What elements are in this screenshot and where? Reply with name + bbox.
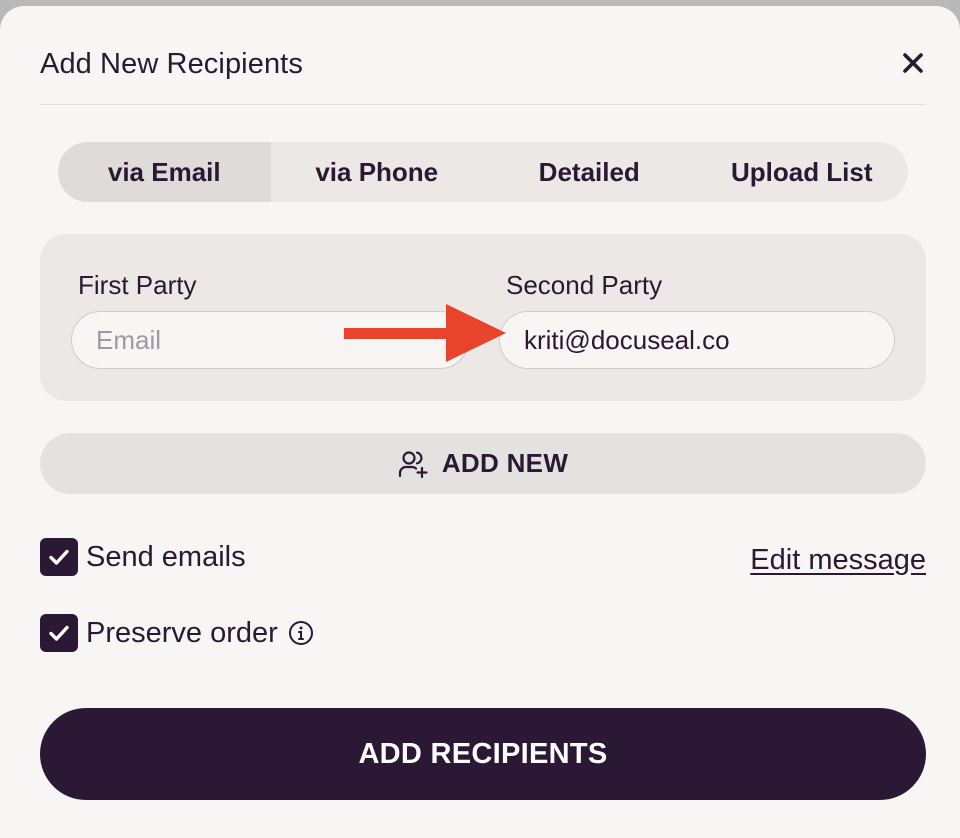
annotation-arrow-icon	[344, 304, 506, 362]
checkmark-icon	[49, 625, 69, 641]
add-new-button[interactable]: ADD NEW	[40, 433, 926, 494]
add-new-label: ADD NEW	[441, 448, 569, 478]
send-emails-checkbox[interactable]	[40, 538, 78, 576]
checkmark-icon	[49, 549, 69, 565]
close-button[interactable]	[900, 50, 926, 76]
info-icon[interactable]	[288, 620, 314, 646]
tab-detailed[interactable]: Detailed	[483, 142, 696, 202]
tab-upload-list[interactable]: Upload List	[696, 142, 909, 202]
modal-title: Add New Recipients	[40, 48, 303, 80]
preserve-order-checkbox[interactable]	[40, 614, 78, 652]
second-party-label: Second Party	[506, 270, 663, 300]
add-recipients-button[interactable]: ADD RECIPIENTS	[40, 708, 926, 800]
modal-header: Add New Recipients	[40, 46, 926, 105]
send-emails-option: Send emails	[40, 538, 246, 576]
preserve-order-option: Preserve order	[40, 614, 314, 652]
user-plus-icon	[398, 450, 428, 478]
second-party-email-input[interactable]	[499, 311, 895, 369]
close-icon	[903, 53, 923, 73]
preserve-order-label: Preserve order	[86, 616, 278, 649]
first-party-label: First Party	[78, 270, 197, 300]
tab-via-email[interactable]: via Email	[58, 142, 271, 202]
tab-via-phone[interactable]: via Phone	[271, 142, 484, 202]
edit-message-link[interactable]: Edit message	[750, 544, 926, 577]
add-recipients-modal: Add New Recipients via Email via Phone D…	[0, 6, 960, 838]
recipient-method-tabs: via Email via Phone Detailed Upload List	[58, 142, 908, 202]
send-emails-label: Send emails	[86, 540, 246, 573]
